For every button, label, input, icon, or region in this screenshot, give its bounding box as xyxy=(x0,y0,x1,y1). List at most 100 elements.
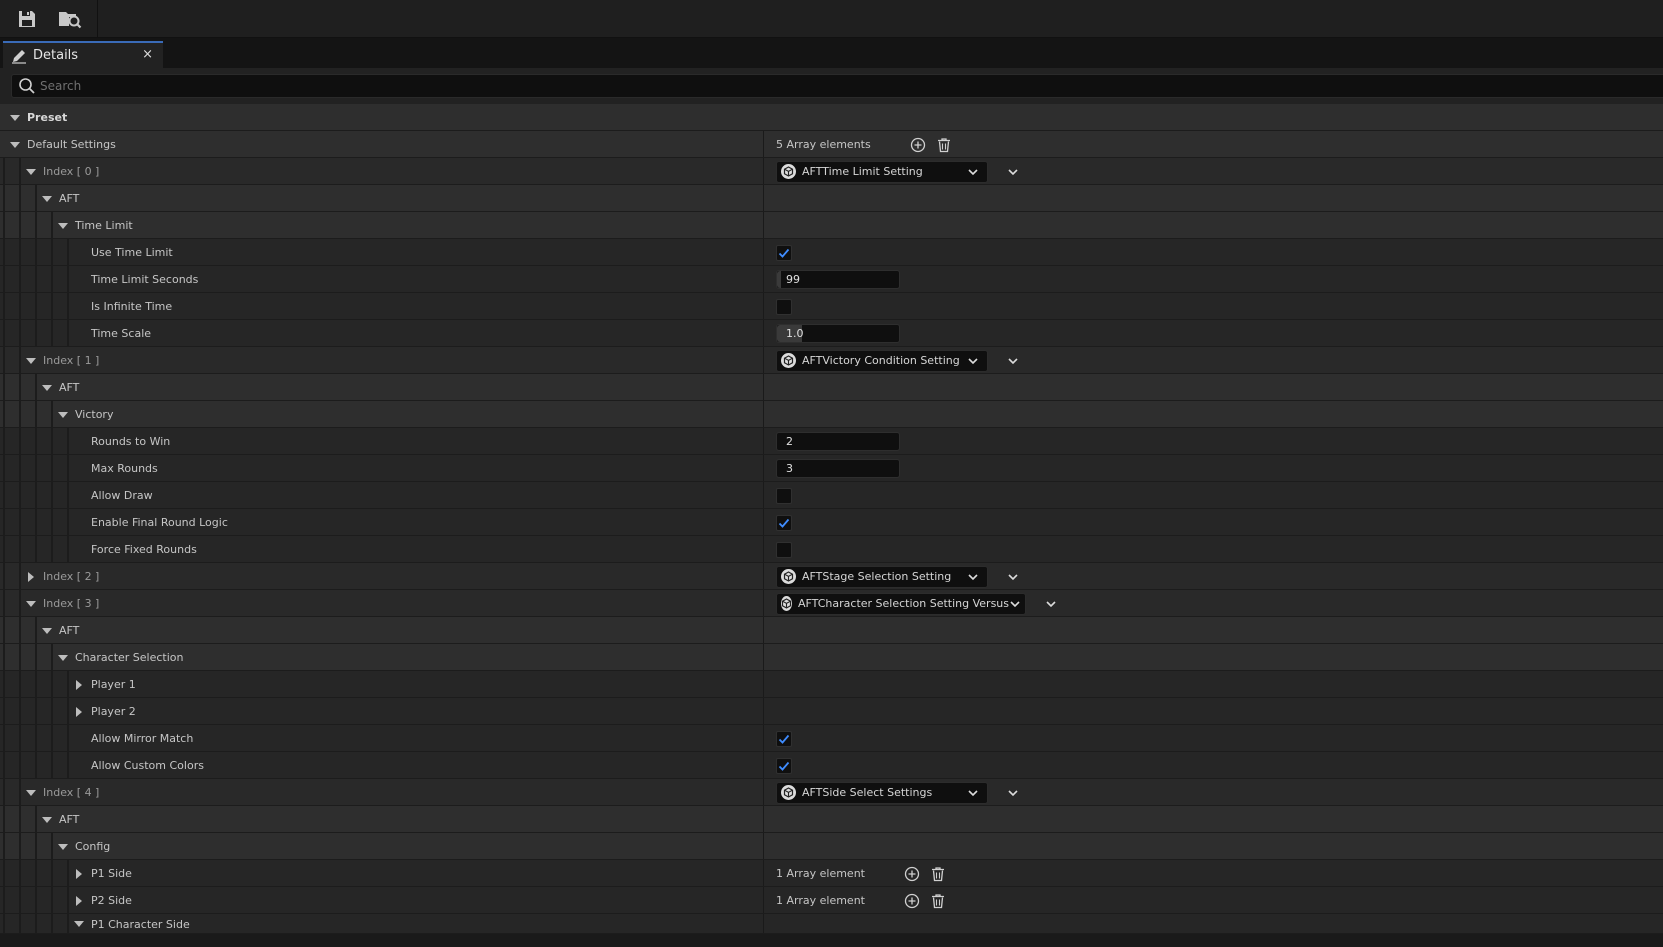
column-divider xyxy=(763,536,764,563)
expand-arrow-down-icon[interactable] xyxy=(72,917,86,931)
pencil-icon xyxy=(12,49,26,64)
expand-arrow-down-icon[interactable] xyxy=(56,651,70,665)
checkbox-unchecked[interactable] xyxy=(776,541,792,558)
options-chevron-icon[interactable] xyxy=(1006,786,1020,800)
checkbox-unchecked[interactable] xyxy=(776,487,792,504)
tree-row[interactable]: Time Limit Seconds 99 xyxy=(0,266,1663,293)
save-button[interactable] xyxy=(12,6,42,32)
expand-arrow-right-icon[interactable] xyxy=(72,894,86,908)
expand-arrow-down-icon[interactable] xyxy=(8,138,22,152)
tree-row[interactable]: P2 Side 1 Array element xyxy=(0,887,1663,914)
tree-row[interactable]: P1 Side 1 Array element xyxy=(0,860,1663,887)
options-chevron-icon[interactable] xyxy=(1006,354,1020,368)
add-element-icon[interactable] xyxy=(903,865,921,883)
tree-row[interactable]: Index [ 2 ] AFTStage Selection Setting xyxy=(0,563,1663,590)
class-dropdown[interactable]: AFTVictory Condition Setting xyxy=(776,349,988,372)
options-chevron-icon[interactable] xyxy=(1044,597,1058,611)
column-divider xyxy=(763,887,764,914)
checkbox-checked[interactable] xyxy=(776,757,792,774)
expand-arrow-right-icon[interactable] xyxy=(24,570,38,584)
tree-row[interactable]: Allow Draw xyxy=(0,482,1663,509)
tab-details[interactable]: Details × xyxy=(3,41,163,68)
expand-arrow-down-icon[interactable] xyxy=(40,192,54,206)
class-dropdown[interactable]: AFTSide Select Settings xyxy=(776,781,988,804)
indent-guide xyxy=(19,725,21,752)
options-chevron-icon[interactable] xyxy=(1006,570,1020,584)
tree-row[interactable]: AFT xyxy=(0,806,1663,833)
tree-row[interactable]: Index [ 4 ] AFTSide Select Settings xyxy=(0,779,1663,806)
indent-guide xyxy=(3,374,5,401)
class-dropdown[interactable]: AFTStage Selection Setting xyxy=(776,565,988,588)
checkbox-checked[interactable] xyxy=(776,514,792,531)
tree-row[interactable]: Allow Mirror Match xyxy=(0,725,1663,752)
tree-row[interactable]: Allow Custom Colors xyxy=(0,752,1663,779)
tree-row[interactable]: Rounds to Win 2 xyxy=(0,428,1663,455)
tree-row[interactable]: Character Selection xyxy=(0,644,1663,671)
tree-row[interactable]: Is Infinite Time xyxy=(0,293,1663,320)
number-input[interactable]: 2 xyxy=(776,432,900,451)
tree-row[interactable]: Max Rounds 3 xyxy=(0,455,1663,482)
tree-row[interactable]: Force Fixed Rounds xyxy=(0,536,1663,563)
search-input[interactable] xyxy=(40,79,640,93)
expand-arrow-down-icon[interactable] xyxy=(56,219,70,233)
number-input[interactable]: 3 xyxy=(776,459,900,478)
tree-row[interactable]: Default Settings 5 Array elements xyxy=(0,131,1663,158)
number-input[interactable]: 1.0 xyxy=(776,324,900,343)
expand-arrow-down-icon[interactable] xyxy=(40,624,54,638)
tree-row[interactable]: P1 Character Side xyxy=(0,914,1663,934)
tree-row[interactable]: AFT xyxy=(0,185,1663,212)
tree-row[interactable]: Config xyxy=(0,833,1663,860)
expand-arrow-down-icon[interactable] xyxy=(8,111,22,125)
class-dropdown[interactable]: AFTTime Limit Setting xyxy=(776,160,988,183)
number-input[interactable]: 99 xyxy=(776,270,900,289)
trash-icon[interactable] xyxy=(929,865,947,883)
close-icon[interactable]: × xyxy=(142,47,153,62)
add-element-icon[interactable] xyxy=(903,892,921,910)
checkbox-checked[interactable] xyxy=(776,244,792,261)
tree-row[interactable]: Time Limit xyxy=(0,212,1663,239)
indent-guide xyxy=(3,644,5,671)
tree-row[interactable]: Player 2 xyxy=(0,698,1663,725)
tree-row[interactable]: Preset xyxy=(0,104,1663,131)
tree-row[interactable]: Player 1 xyxy=(0,671,1663,698)
expand-arrow-right-icon[interactable] xyxy=(72,705,86,719)
tree-row[interactable]: AFT xyxy=(0,617,1663,644)
tree-row[interactable]: Victory xyxy=(0,401,1663,428)
expand-arrow-down-icon[interactable] xyxy=(24,354,38,368)
save-icon xyxy=(19,11,35,27)
add-element-icon[interactable] xyxy=(909,136,927,154)
expand-arrow-down-icon[interactable] xyxy=(40,813,54,827)
expand-arrow-right-icon[interactable] xyxy=(72,678,86,692)
tree-row[interactable]: Time Scale 1.0 xyxy=(0,320,1663,347)
trash-icon[interactable] xyxy=(929,892,947,910)
checkbox-checked[interactable] xyxy=(776,730,792,747)
indent-guide xyxy=(3,428,5,455)
row-label: AFT xyxy=(59,624,80,637)
row-label: Max Rounds xyxy=(91,462,158,475)
indent-guide xyxy=(35,860,37,887)
row-name-cell: Victory xyxy=(56,401,113,428)
expand-arrow-down-icon[interactable] xyxy=(40,381,54,395)
expand-arrow-right-icon[interactable] xyxy=(72,867,86,881)
tree-row[interactable]: Enable Final Round Logic xyxy=(0,509,1663,536)
row-value-cell: 5 Array elements xyxy=(776,131,961,158)
browse-to-asset-button[interactable] xyxy=(55,6,85,32)
checkbox-unchecked[interactable] xyxy=(776,298,792,315)
expand-arrow-down-icon[interactable] xyxy=(24,165,38,179)
tree-row[interactable]: Index [ 1 ] AFTVictory Condition Setting xyxy=(0,347,1663,374)
column-divider xyxy=(763,752,764,779)
options-chevron-icon[interactable] xyxy=(1006,165,1020,179)
expand-arrow-down-icon[interactable] xyxy=(56,840,70,854)
indent-guide xyxy=(35,617,37,644)
row-label: Index [ 4 ] xyxy=(43,786,100,799)
class-dropdown[interactable]: AFTCharacter Selection Setting Versus xyxy=(776,592,1026,615)
tree-row[interactable]: Use Time Limit xyxy=(0,239,1663,266)
tree-row[interactable]: AFT xyxy=(0,374,1663,401)
search-box[interactable] xyxy=(11,74,1663,98)
expand-arrow-down-icon[interactable] xyxy=(56,408,70,422)
trash-icon[interactable] xyxy=(935,136,953,154)
expand-arrow-down-icon[interactable] xyxy=(24,597,38,611)
expand-arrow-down-icon[interactable] xyxy=(24,786,38,800)
tree-row[interactable]: Index [ 3 ] AFTCharacter Selection Settin… xyxy=(0,590,1663,617)
tree-row[interactable]: Index [ 0 ] AFTTime Limit Setting xyxy=(0,158,1663,185)
